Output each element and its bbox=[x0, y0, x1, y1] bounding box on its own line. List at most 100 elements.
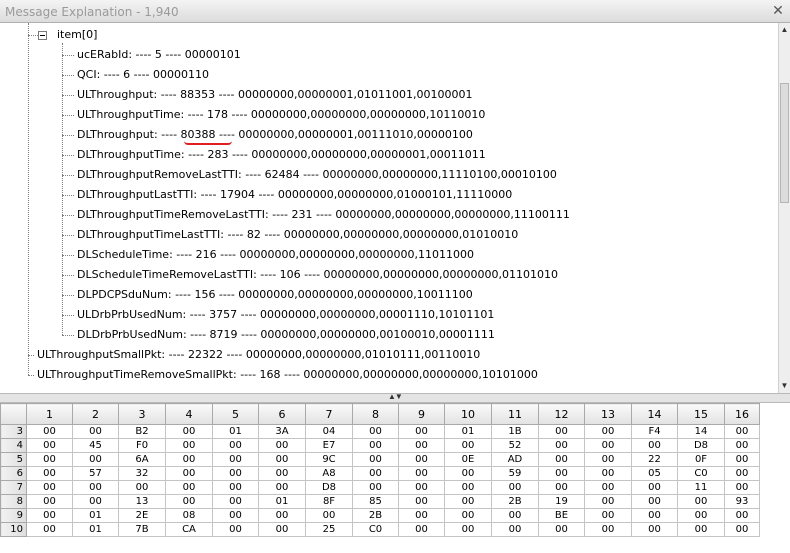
table-row[interactable]: 3 00 00 B2 00 01 3A 04 00 00 01 1B 00 00 F4 14 00 bbox=[0, 424, 760, 439]
hex-cell[interactable]: 00 bbox=[352, 438, 399, 453]
hex-cell[interactable]: 00 bbox=[352, 452, 399, 467]
hex-cell[interactable]: 00 bbox=[72, 452, 119, 467]
hex-cell[interactable]: 00 bbox=[398, 508, 445, 523]
column-header[interactable]: 4 bbox=[165, 403, 213, 425]
row-header[interactable]: 6 bbox=[0, 466, 27, 481]
hex-cell[interactable]: 1B bbox=[491, 424, 539, 439]
hex-cell[interactable]: 00 bbox=[212, 466, 259, 481]
column-header[interactable]: 8 bbox=[352, 403, 399, 425]
hex-cell[interactable]: 00 bbox=[398, 480, 445, 495]
tree-node-field[interactable]: QCI: ---- 6 ---- 00000110 bbox=[77, 65, 209, 85]
hex-data-grid[interactable]: 1 2 3 4 5 6 7 8 9 10 11 12 13 14 15 16 3 00 00 B2 00 01 3A 04 0… bbox=[0, 403, 790, 553]
hex-cell[interactable]: 00 bbox=[724, 466, 760, 481]
hex-cell[interactable]: 00 bbox=[724, 452, 760, 467]
hex-cell[interactable]: 00 bbox=[538, 480, 585, 495]
hex-cell[interactable]: 00 bbox=[724, 438, 760, 453]
hex-cell[interactable]: 2B bbox=[491, 494, 539, 509]
hex-cell[interactable]: 00 bbox=[258, 522, 306, 537]
hex-cell[interactable]: 0E bbox=[444, 452, 492, 467]
hex-cell[interactable]: 00 bbox=[538, 466, 585, 481]
row-header[interactable]: 10 bbox=[0, 522, 27, 537]
hex-cell[interactable]: 00 bbox=[212, 452, 259, 467]
hex-cell[interactable]: 00 bbox=[724, 522, 760, 537]
hex-cell[interactable]: 52 bbox=[491, 438, 539, 453]
hex-cell[interactable]: C0 bbox=[677, 466, 725, 481]
scroll-down-icon[interactable]: ▼ bbox=[779, 380, 790, 392]
hex-cell[interactable]: 04 bbox=[305, 424, 353, 439]
hex-cell[interactable]: 00 bbox=[538, 522, 585, 537]
hex-cell[interactable]: 11 bbox=[677, 480, 725, 495]
table-row[interactable]: 4 00 45 F0 00 00 00 E7 00 00 00 52 00 00 00 D8 00 bbox=[0, 438, 760, 453]
column-header[interactable]: 3 bbox=[118, 403, 166, 425]
hex-cell[interactable]: 85 bbox=[352, 494, 399, 509]
tree-node-field[interactable]: DLThroughputRemoveLastTTI: ---- 62484 --… bbox=[77, 165, 557, 185]
hex-cell[interactable]: 00 bbox=[444, 508, 492, 523]
hex-cell[interactable]: 00 bbox=[491, 508, 539, 523]
tree-node-field[interactable]: ULThroughputSmallPkt: ---- 22322 ---- 00… bbox=[37, 345, 480, 365]
hex-cell[interactable]: 00 bbox=[212, 480, 259, 495]
hex-cell[interactable]: 93 bbox=[724, 494, 760, 509]
hex-cell[interactable]: 00 bbox=[26, 438, 73, 453]
hex-cell[interactable]: 01 bbox=[212, 424, 259, 439]
hex-cell[interactable]: 00 bbox=[258, 452, 306, 467]
table-row[interactable]: 6 00 57 32 00 00 00 A8 00 00 00 59 00 00 05 C0 00 bbox=[0, 466, 760, 481]
hex-cell[interactable]: 2B bbox=[352, 508, 399, 523]
hex-cell[interactable]: 01 bbox=[444, 424, 492, 439]
tree-node-field[interactable]: DLDrbPrbUsedNum: ---- 8719 ---- 00000000… bbox=[77, 325, 495, 345]
hex-cell[interactable]: 00 bbox=[584, 424, 632, 439]
hex-cell[interactable]: 00 bbox=[538, 452, 585, 467]
column-header[interactable]: 5 bbox=[212, 403, 259, 425]
hex-cell[interactable]: 13 bbox=[118, 494, 166, 509]
table-row[interactable]: 10 00 01 7B CA 00 00 25 C0 00 00 00 00 00 00 00 00 bbox=[0, 522, 760, 537]
hex-cell[interactable]: 00 bbox=[26, 480, 73, 495]
hex-cell[interactable]: 00 bbox=[26, 452, 73, 467]
column-header[interactable]: 7 bbox=[305, 403, 353, 425]
column-header[interactable]: 2 bbox=[72, 403, 119, 425]
hex-cell[interactable]: 00 bbox=[677, 522, 725, 537]
hex-cell[interactable]: 00 bbox=[165, 452, 213, 467]
hex-cell[interactable]: 00 bbox=[444, 494, 492, 509]
hex-cell[interactable]: 00 bbox=[72, 424, 119, 439]
tree-node-field[interactable]: DLThroughputLastTTI: ---- 17904 ---- 000… bbox=[77, 185, 512, 205]
column-header[interactable]: 10 bbox=[444, 403, 492, 425]
hex-cell[interactable]: 6A bbox=[118, 452, 166, 467]
hex-cell[interactable]: 00 bbox=[212, 522, 259, 537]
hex-cell[interactable]: 45 bbox=[72, 438, 119, 453]
tree-node-field[interactable]: DLThroughputTimeRemoveLastTTI: ---- 231 … bbox=[77, 205, 570, 225]
hex-cell[interactable]: 00 bbox=[491, 522, 539, 537]
message-tree[interactable]: item[0] ucERabId: ---- 5 ---- 00000101 QC… bbox=[0, 23, 778, 393]
tree-node-field[interactable]: DLScheduleTime: ---- 216 ---- 00000000,0… bbox=[77, 245, 474, 265]
tree-node-item-0[interactable]: item[0] bbox=[57, 25, 97, 45]
hex-cell[interactable]: 00 bbox=[26, 494, 73, 509]
hex-cell[interactable]: 00 bbox=[398, 494, 445, 509]
hex-cell[interactable]: 3A bbox=[258, 424, 306, 439]
hex-cell[interactable]: 00 bbox=[398, 424, 445, 439]
tree-node-field[interactable]: ULThroughputTimeRemoveSmallPkt: ---- 168… bbox=[37, 365, 538, 385]
hex-cell[interactable]: 19 bbox=[538, 494, 585, 509]
hex-cell[interactable]: E7 bbox=[305, 438, 353, 453]
hex-cell[interactable]: 00 bbox=[631, 438, 678, 453]
hex-cell[interactable]: 01 bbox=[258, 494, 306, 509]
hex-cell[interactable]: 08 bbox=[165, 508, 213, 523]
hex-cell[interactable]: 00 bbox=[631, 480, 678, 495]
hex-cell[interactable]: 57 bbox=[72, 466, 119, 481]
hex-cell[interactable]: BE bbox=[538, 508, 585, 523]
hex-cell[interactable]: 00 bbox=[165, 424, 213, 439]
tree-node-field[interactable]: ULThroughputTime: ---- 178 ---- 00000000… bbox=[77, 105, 485, 125]
row-header[interactable]: 8 bbox=[0, 494, 27, 509]
tree-node-field[interactable]: DLScheduleTimeRemoveLastTTI: ---- 106 --… bbox=[77, 265, 558, 285]
hex-cell[interactable]: 00 bbox=[165, 494, 213, 509]
hex-cell[interactable]: 00 bbox=[444, 438, 492, 453]
hex-cell[interactable]: 00 bbox=[258, 438, 306, 453]
hex-cell[interactable]: 00 bbox=[26, 508, 73, 523]
column-header[interactable]: 9 bbox=[398, 403, 445, 425]
table-row[interactable]: 8 00 00 13 00 00 01 8F 85 00 00 2B 19 00 00 00 93 bbox=[0, 494, 760, 509]
hex-cell[interactable]: 00 bbox=[584, 508, 632, 523]
hex-cell[interactable]: 00 bbox=[584, 452, 632, 467]
hex-cell[interactable]: 00 bbox=[631, 522, 678, 537]
hex-cell[interactable]: 00 bbox=[352, 424, 399, 439]
hex-cell[interactable]: 00 bbox=[444, 480, 492, 495]
hex-cell[interactable]: 00 bbox=[677, 494, 725, 509]
hex-cell[interactable]: 00 bbox=[677, 508, 725, 523]
hex-cell[interactable]: B2 bbox=[118, 424, 166, 439]
